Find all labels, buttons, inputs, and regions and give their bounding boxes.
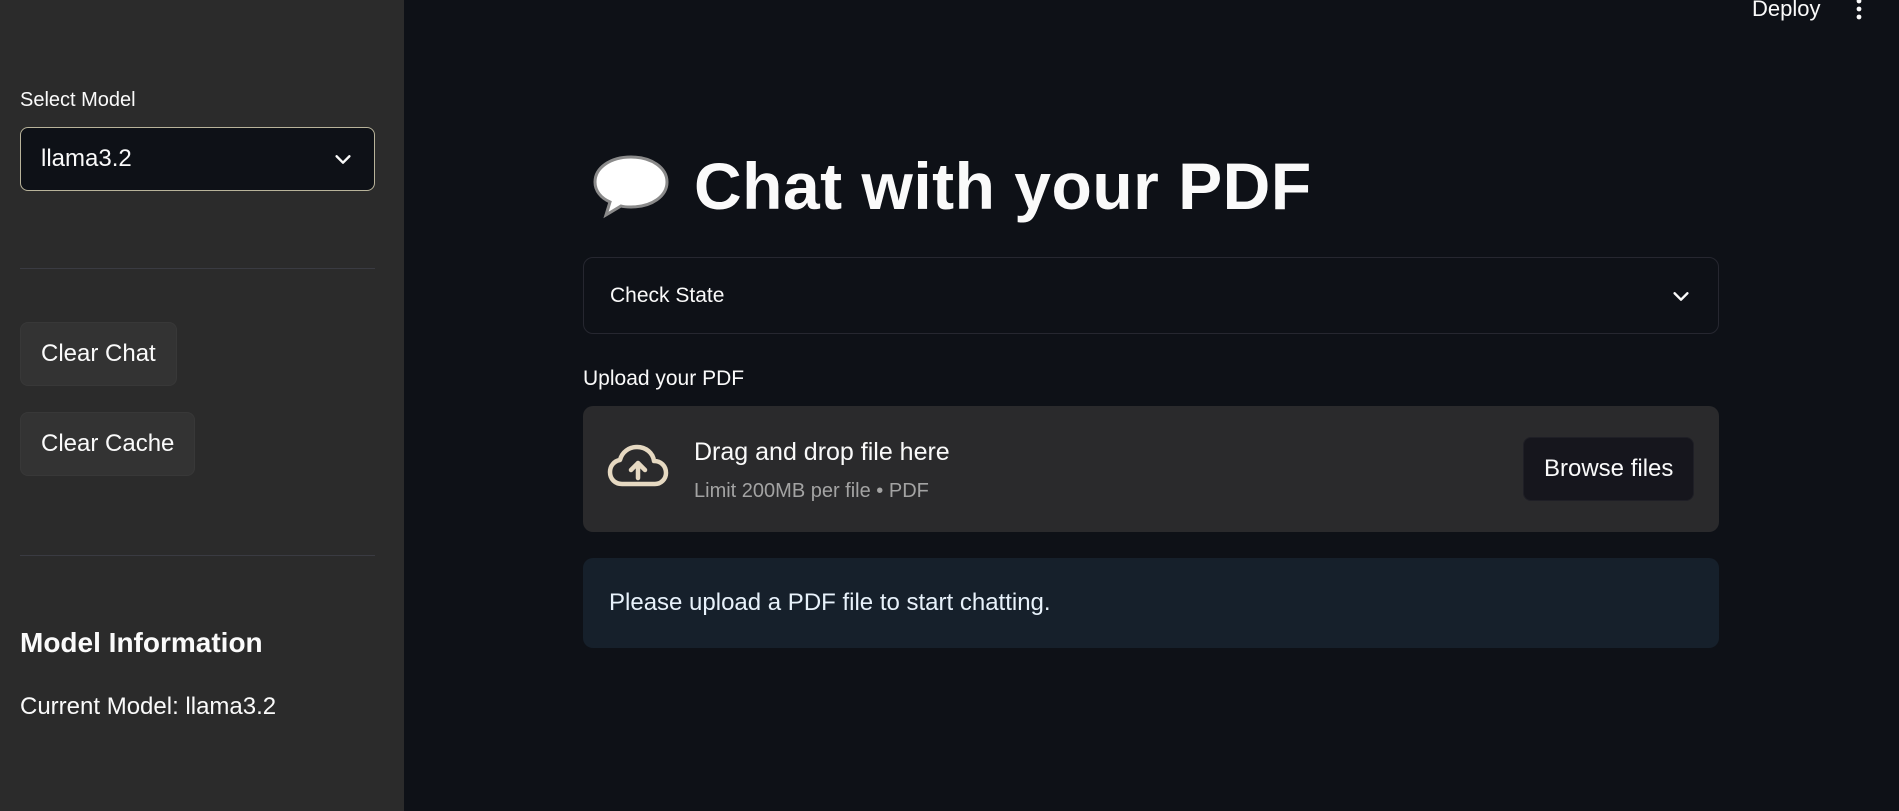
browse-files-button[interactable]: Browse files (1523, 437, 1695, 501)
page-title: Chat with your PDF (694, 149, 1312, 223)
sidebar: Select Model llama3.2 Clear Chat Clear C… (0, 0, 404, 811)
model-select-value: llama3.2 (41, 145, 132, 172)
dropzone-instruction: Drag and drop file here (694, 438, 950, 466)
info-alert: Please upload a PDF file to start chatti… (583, 558, 1719, 648)
more-menu-icon[interactable] (1852, 0, 1866, 22)
sidebar-divider (20, 268, 375, 269)
file-dropzone[interactable]: Drag and drop file here Limit 200MB per … (583, 406, 1719, 532)
model-info-heading: Model Information (20, 627, 263, 658)
chevron-down-icon (1673, 291, 1689, 301)
app-root: Select Model llama3.2 Clear Chat Clear C… (0, 0, 1899, 811)
select-model-label: Select Model (20, 89, 136, 111)
current-model-text: Current Model: llama3.2 (20, 693, 277, 720)
clear-cache-button[interactable]: Clear Cache (20, 412, 196, 476)
speech-balloon-icon (593, 155, 669, 219)
chevron-down-icon (335, 155, 351, 164)
deploy-button[interactable]: Deploy (1752, 0, 1820, 22)
expander-label: Check State (610, 283, 725, 307)
sidebar-divider (20, 555, 375, 556)
title-row: Chat with your PDF (590, 148, 1312, 224)
check-state-expander[interactable]: Check State (583, 257, 1719, 334)
cloud-upload-icon (607, 444, 669, 487)
dropzone-limit-text: Limit 200MB per file • PDF (694, 480, 929, 502)
info-message: Please upload a PDF file to start chatti… (609, 589, 1051, 616)
clear-chat-button[interactable]: Clear Chat (20, 322, 177, 386)
upload-label: Upload your PDF (583, 367, 745, 390)
model-select[interactable]: llama3.2 (20, 127, 375, 191)
